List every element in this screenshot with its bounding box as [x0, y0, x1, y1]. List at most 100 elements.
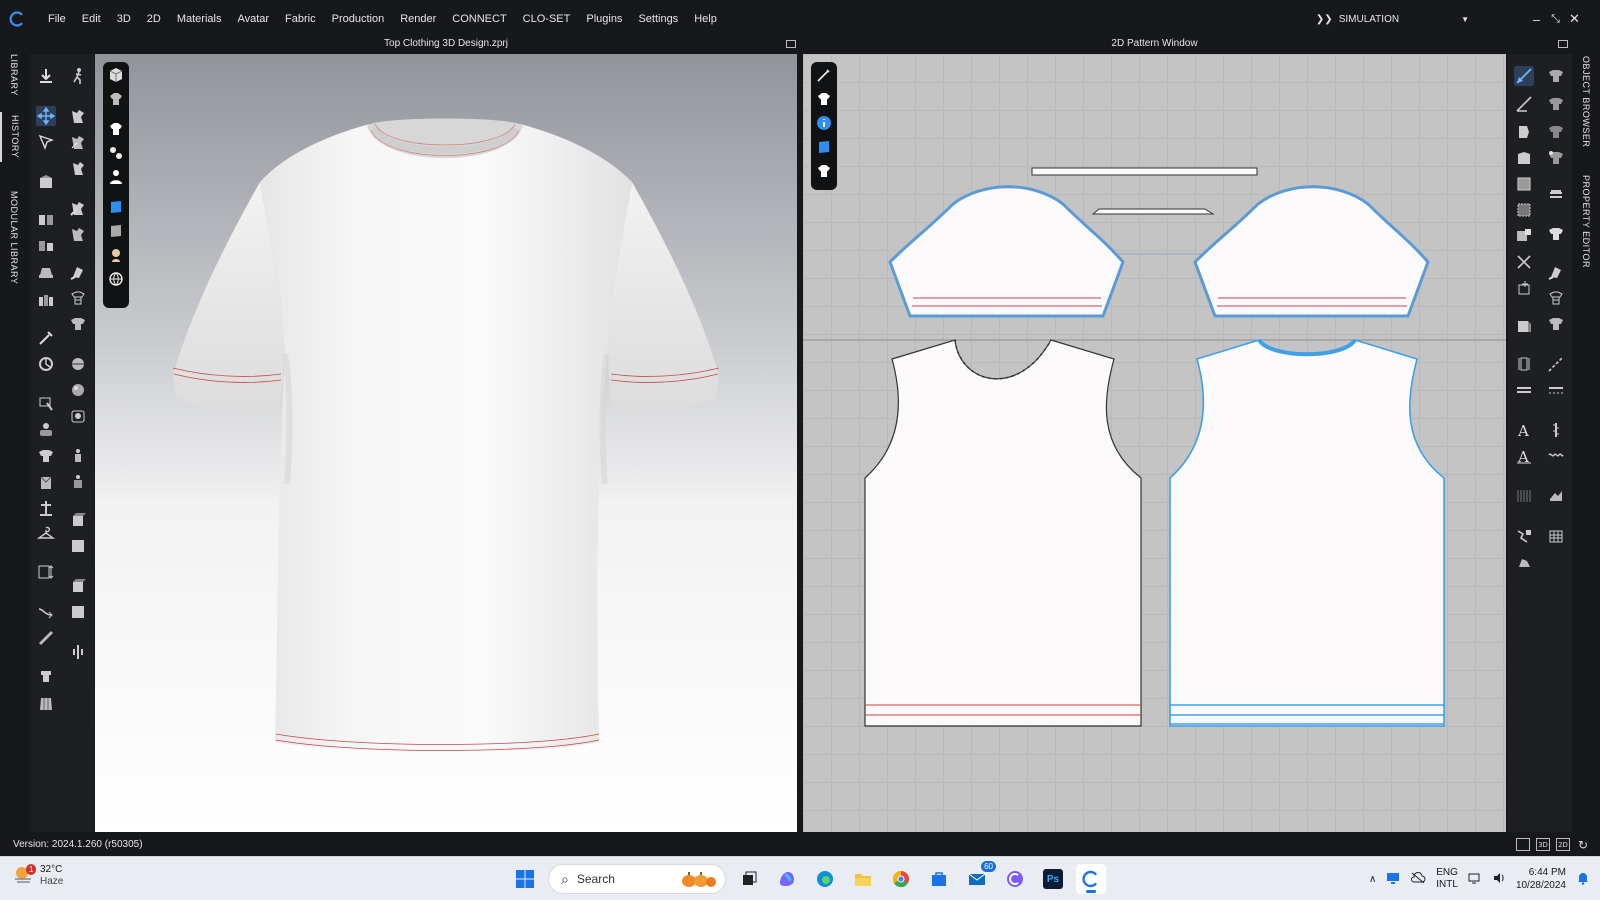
- trim-icon[interactable]: [36, 666, 56, 686]
- view-2d-button[interactable]: 2D: [1556, 838, 1570, 851]
- pin-2d-icon[interactable]: [1546, 262, 1566, 282]
- mail-app-icon[interactable]: 60: [962, 861, 996, 894]
- plane-icon[interactable]: [68, 602, 88, 622]
- cloud-sync-icon[interactable]: [1410, 871, 1426, 888]
- elastic-icon[interactable]: [1546, 446, 1566, 466]
- menu-help[interactable]: Help: [686, 0, 725, 38]
- polygon-icon[interactable]: [1514, 148, 1534, 168]
- clo-launcher-icon[interactable]: [1000, 864, 1030, 894]
- volume-icon[interactable]: [1492, 871, 1506, 888]
- trace-icon[interactable]: [1514, 278, 1534, 298]
- language-indicator[interactable]: ENG INTL: [1436, 867, 1458, 891]
- edit-pattern-icon[interactable]: [1514, 66, 1534, 86]
- tab-modular-library[interactable]: MODULAR LIBRARY: [0, 188, 28, 288]
- menu-avatar[interactable]: Avatar: [229, 0, 277, 38]
- garment-fill-icon[interactable]: [1546, 314, 1566, 334]
- trim-2d-icon[interactable]: [1546, 486, 1566, 506]
- fold-arrangement-icon[interactable]: [36, 172, 56, 192]
- slash-spread-icon[interactable]: [1514, 316, 1534, 336]
- tab-object-browser[interactable]: OBJECT BROWSER: [1572, 50, 1600, 154]
- hanger-icon[interactable]: [36, 524, 56, 544]
- 3d-window-restore-icon[interactable]: [786, 40, 796, 48]
- menu-fabric[interactable]: Fabric: [277, 0, 324, 38]
- ruler-icon[interactable]: [36, 628, 56, 648]
- taskbar-search-box[interactable]: ⌕ Search: [548, 864, 726, 894]
- layer-icon[interactable]: [36, 498, 56, 518]
- fold-3d-icon[interactable]: [36, 262, 56, 282]
- edit-point-icon[interactable]: [1514, 94, 1534, 114]
- free-sewing-icon[interactable]: [36, 236, 56, 256]
- start-windows-icon[interactable]: [510, 864, 540, 894]
- grid-2d-icon[interactable]: [1546, 288, 1566, 308]
- select-move-icon[interactable]: [36, 106, 56, 126]
- pattern-check-icon[interactable]: [1546, 148, 1566, 168]
- pattern-free-icon[interactable]: [1546, 122, 1566, 142]
- tack-icon[interactable]: [36, 290, 56, 310]
- render-cube-icon[interactable]: [68, 576, 88, 596]
- pattern-garment-icon[interactable]: [68, 314, 88, 334]
- tab-history[interactable]: HISTORY: [0, 112, 28, 162]
- cube-icon[interactable]: [68, 536, 88, 556]
- zipper-icon[interactable]: [68, 354, 88, 374]
- tab-property-editor[interactable]: PROPERTY EDITOR: [1572, 170, 1600, 274]
- grid-garment-icon[interactable]: [68, 288, 88, 308]
- rectangle-icon[interactable]: [1514, 174, 1534, 194]
- close-icon[interactable]: ✕: [1565, 11, 1584, 27]
- flip-pattern-icon[interactable]: [68, 158, 88, 178]
- pattern-pieces[interactable]: [803, 54, 1506, 832]
- chrome-browser-icon[interactable]: [886, 864, 916, 894]
- text-2d-icon[interactable]: A: [1514, 446, 1534, 466]
- menu-render[interactable]: Render: [392, 0, 444, 38]
- menu-3d[interactable]: 3D: [109, 0, 139, 38]
- transform-pin-icon[interactable]: [68, 132, 88, 152]
- display-network-icon[interactable]: [1468, 871, 1482, 888]
- menu-plugins[interactable]: Plugins: [578, 0, 630, 38]
- ruler-path-icon[interactable]: [36, 602, 56, 622]
- grading-icon[interactable]: [1514, 486, 1534, 506]
- microsoft-store-icon[interactable]: [924, 864, 954, 894]
- binding-icon[interactable]: [1514, 380, 1534, 400]
- notification-bell-icon[interactable]: [1576, 871, 1590, 888]
- select-pin-icon[interactable]: [68, 262, 88, 282]
- menu-materials[interactable]: Materials: [169, 0, 230, 38]
- avatar-measure-icon[interactable]: [68, 446, 88, 466]
- shirring-icon[interactable]: [1514, 552, 1534, 572]
- select-mesh-icon[interactable]: [36, 132, 56, 152]
- dart-icon[interactable]: [1514, 226, 1534, 246]
- pattern-segment-icon[interactable]: [1546, 94, 1566, 114]
- tab-library[interactable]: LIBRARY: [0, 48, 28, 102]
- task-view-icon[interactable]: [734, 864, 764, 894]
- simulation-mode-dropdown[interactable]: ❯❯ SIMULATION ▼: [1316, 14, 1469, 25]
- internal-rectangle-icon[interactable]: [1514, 200, 1534, 220]
- puckering-icon[interactable]: [1514, 526, 1534, 546]
- weather-widget[interactable]: 1 32°C Haze: [12, 863, 63, 887]
- refresh-icon[interactable]: ↻: [1576, 838, 1590, 852]
- cut-icon[interactable]: [1514, 252, 1534, 272]
- menu-connect[interactable]: CONNECT: [444, 0, 514, 38]
- arrangement-point-icon[interactable]: [68, 472, 88, 492]
- measure-icon[interactable]: [36, 354, 56, 374]
- pin-3d-icon[interactable]: [68, 198, 88, 218]
- edge-browser-icon[interactable]: [810, 864, 840, 894]
- transform-pattern-icon[interactable]: [68, 106, 88, 126]
- monitor-app-icon[interactable]: [1386, 871, 1400, 888]
- 3d-viewport[interactable]: [95, 54, 797, 832]
- simulation-icon[interactable]: [36, 66, 56, 86]
- menu-file[interactable]: File: [40, 0, 74, 38]
- avatar-pose-icon[interactable]: [36, 420, 56, 440]
- seam-line-icon[interactable]: [1546, 380, 1566, 400]
- menu-clo-set[interactable]: CLO-SET: [515, 0, 579, 38]
- view-3d-button[interactable]: 3D: [1536, 838, 1550, 851]
- brush-icon[interactable]: [36, 394, 56, 414]
- fit-suit-icon[interactable]: [36, 472, 56, 492]
- button-icon[interactable]: [36, 694, 56, 714]
- tshirt-3d-model[interactable]: [95, 54, 797, 832]
- clo3d-taskbar-icon[interactable]: [1076, 864, 1106, 894]
- tape-measure-icon[interactable]: [36, 562, 56, 582]
- pin-icon[interactable]: [36, 328, 56, 348]
- tuck-icon[interactable]: [68, 224, 88, 244]
- system-clock[interactable]: 6:44 PM 10/28/2024: [1516, 866, 1566, 892]
- 2d-pattern-viewport[interactable]: [803, 54, 1506, 832]
- 2d-window-restore-icon[interactable]: [1558, 40, 1568, 48]
- restore-icon[interactable]: ⤡: [1546, 13, 1565, 26]
